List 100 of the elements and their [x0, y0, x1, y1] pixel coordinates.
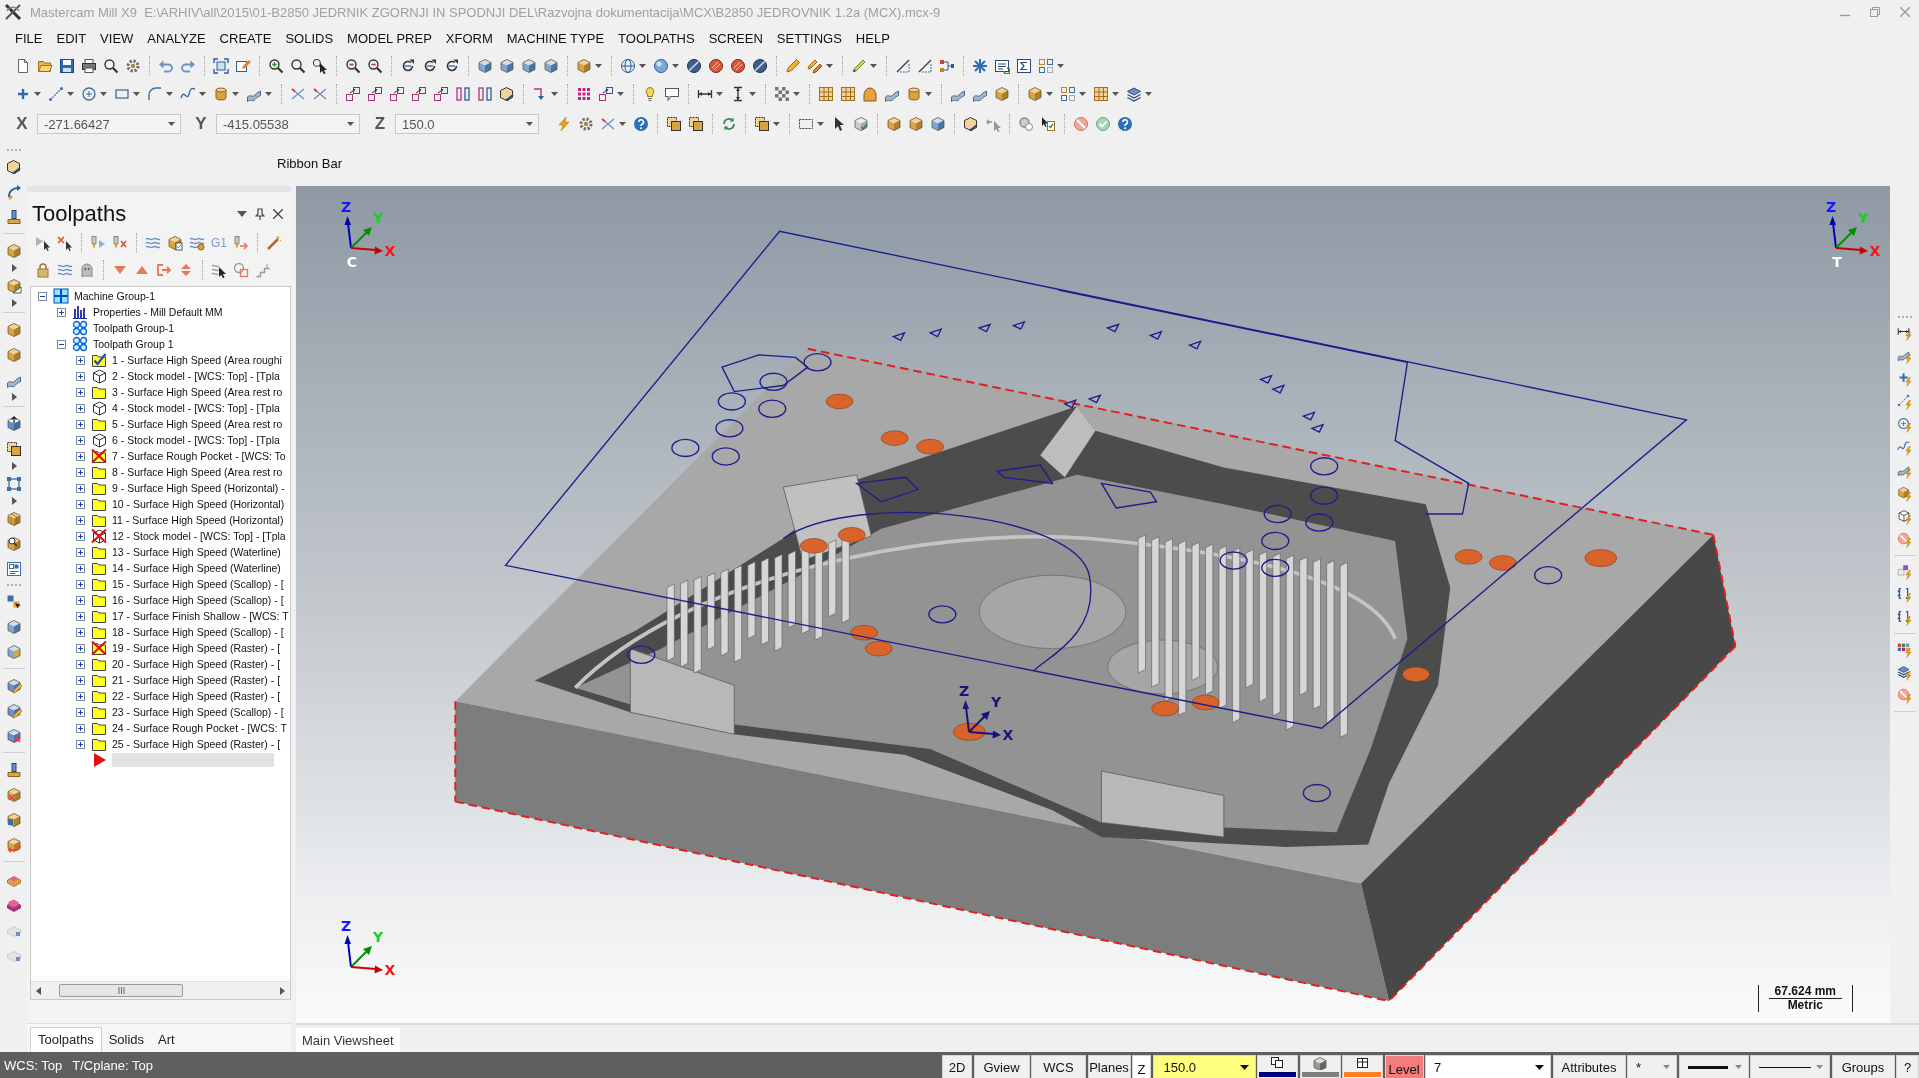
squares-arrow-icon[interactable] — [367, 86, 383, 102]
tree-item[interactable]: 25 - Surface High Speed (Raster) - [ — [112, 738, 281, 750]
caret-icon[interactable] — [1079, 92, 1086, 96]
tree-item[interactable]: 3 - Surface High Speed (Area rest ro — [112, 386, 283, 398]
caret-icon[interactable] — [793, 92, 800, 96]
layers-bolt-icon[interactable] — [1896, 664, 1913, 681]
tree-item[interactable]: 16 - Surface High Speed (Scallop) - [ — [112, 594, 284, 606]
caret-icon[interactable] — [716, 92, 723, 96]
groups-button[interactable]: Groups — [1831, 1055, 1895, 1078]
expand-icon[interactable] — [76, 691, 85, 701]
save-icon[interactable] — [59, 58, 75, 74]
expand-icon[interactable] — [76, 659, 85, 669]
box-arrow-icon[interactable] — [5, 158, 22, 175]
table-icon[interactable] — [840, 86, 856, 102]
curved-arrow-icon[interactable] — [5, 183, 22, 200]
mirror-icon[interactable] — [455, 86, 471, 102]
expand-icon[interactable] — [76, 611, 85, 621]
cube-view-icon[interactable] — [930, 116, 946, 132]
cylinder-icon[interactable] — [906, 86, 922, 102]
cube-icon[interactable] — [1027, 86, 1043, 102]
caret-icon[interactable] — [595, 64, 602, 68]
rotate-icon[interactable] — [422, 58, 438, 74]
waves-icon[interactable] — [145, 235, 161, 251]
tree-item[interactable]: Toolpath Group 1 — [93, 338, 174, 350]
arch-icon[interactable] — [862, 86, 878, 102]
caret-icon[interactable] — [67, 92, 74, 96]
hatched-sphere-icon[interactable] — [730, 58, 746, 74]
coordinate-field[interactable]: 150.0 — [395, 114, 539, 134]
tree-item[interactable]: 4 - Stock model - [WCS: Top] - [Tpla — [112, 402, 280, 414]
caret-icon[interactable] — [232, 92, 239, 96]
menu-item[interactable]: HELP — [848, 30, 897, 46]
cycle-icon[interactable] — [721, 116, 737, 132]
menu-item[interactable]: ANALYZE — [140, 30, 213, 46]
network-icon[interactable] — [939, 58, 955, 74]
squares-bolt-icon[interactable] — [1896, 563, 1913, 580]
overlapping-boxes-icon[interactable] — [666, 116, 682, 132]
pin-icon[interactable] — [255, 208, 265, 220]
squares-arrow-icon[interactable] — [389, 86, 405, 102]
horizontal-scrollbar[interactable] — [31, 981, 290, 999]
bracket-bolt-icon[interactable] — [1896, 609, 1913, 626]
menu-item[interactable]: CREATE — [212, 30, 279, 46]
tree-item[interactable]: Toolpath Group-1 — [93, 322, 175, 334]
box-arrow-icon[interactable] — [963, 116, 979, 132]
caret-icon[interactable] — [1145, 92, 1152, 96]
plus-icon[interactable] — [15, 86, 31, 102]
grid-block-icon[interactable] — [5, 510, 22, 527]
expand-icon[interactable] — [76, 483, 85, 493]
expand-icon[interactable] — [76, 499, 85, 509]
help-icon[interactable] — [1117, 116, 1133, 132]
wire-cube-bolt-icon[interactable] — [1896, 508, 1913, 525]
expand-icon[interactable] — [76, 387, 85, 397]
rotate-icon[interactable] — [444, 58, 460, 74]
sphere-icon[interactable] — [653, 58, 669, 74]
block-triangle-icon[interactable] — [5, 277, 22, 294]
coordinate-field[interactable]: -415.05538 — [216, 114, 360, 134]
wand-icon[interactable] — [266, 235, 282, 251]
steps-icon[interactable] — [255, 262, 271, 278]
cylinder-icon[interactable] — [213, 86, 229, 102]
squares-arrow-icon[interactable] — [345, 86, 361, 102]
cube-view-icon[interactable] — [521, 58, 537, 74]
block-arrow-up-icon[interactable] — [5, 415, 22, 432]
menu-item[interactable]: SCREEN — [701, 30, 770, 46]
line-style-dropdown[interactable] — [1678, 1055, 1749, 1078]
magnifier-icon[interactable] — [290, 58, 306, 74]
tree-item[interactable]: 6 - Stock model - [WCS: Top] - [Tpla — [112, 434, 280, 446]
color-grid-bolt-icon[interactable] — [1896, 641, 1913, 658]
caret-icon[interactable] — [817, 122, 824, 126]
tree-item[interactable]: 2 - Stock model - [WCS: Top] - [Tpla — [112, 370, 280, 382]
caret-icon[interactable] — [133, 92, 140, 96]
expand-icon[interactable] — [76, 515, 85, 525]
tree-item[interactable]: 18 - Surface High Speed (Scallop) - [ — [112, 626, 284, 638]
bracket-arrow-icon[interactable] — [156, 262, 172, 278]
block-icon[interactable] — [5, 346, 22, 363]
caret-icon[interactable] — [1535, 1064, 1544, 1070]
caret-icon[interactable] — [551, 92, 558, 96]
expand-icon[interactable] — [76, 675, 85, 685]
expand-icon[interactable] — [76, 579, 85, 589]
cube-view-icon[interactable] — [499, 58, 515, 74]
caret-icon[interactable] — [166, 92, 173, 96]
block-pencil-icon[interactable] — [5, 702, 22, 719]
block-cross-icon[interactable] — [5, 727, 22, 744]
ghost-icon[interactable] — [79, 262, 95, 278]
caret-icon[interactable] — [237, 211, 247, 217]
caret-icon[interactable] — [619, 122, 626, 126]
asterisk-icon[interactable] — [972, 58, 988, 74]
squares-arrow-icon[interactable] — [411, 86, 427, 102]
tree-item[interactable]: 7 - Surface Rough Pocket - [WCS: To — [112, 450, 286, 462]
caret-icon[interactable] — [1057, 64, 1064, 68]
tree-item[interactable]: 17 - Surface Finish Shallow - [WCS: T — [112, 610, 289, 622]
measure-icon[interactable] — [895, 58, 911, 74]
brush-icon[interactable] — [851, 58, 867, 74]
close-icon[interactable] — [273, 209, 283, 219]
arc-icon[interactable] — [147, 86, 163, 102]
printer-icon[interactable] — [81, 58, 97, 74]
caret-icon[interactable] — [672, 64, 679, 68]
expand-icon[interactable] — [76, 547, 85, 557]
tree-item[interactable]: 20 - Surface High Speed (Raster) - [ — [112, 658, 281, 670]
fit-screen-icon[interactable] — [213, 58, 229, 74]
flyout-arrow-icon[interactable] — [12, 264, 17, 272]
double-pencil-icon[interactable] — [807, 58, 823, 74]
